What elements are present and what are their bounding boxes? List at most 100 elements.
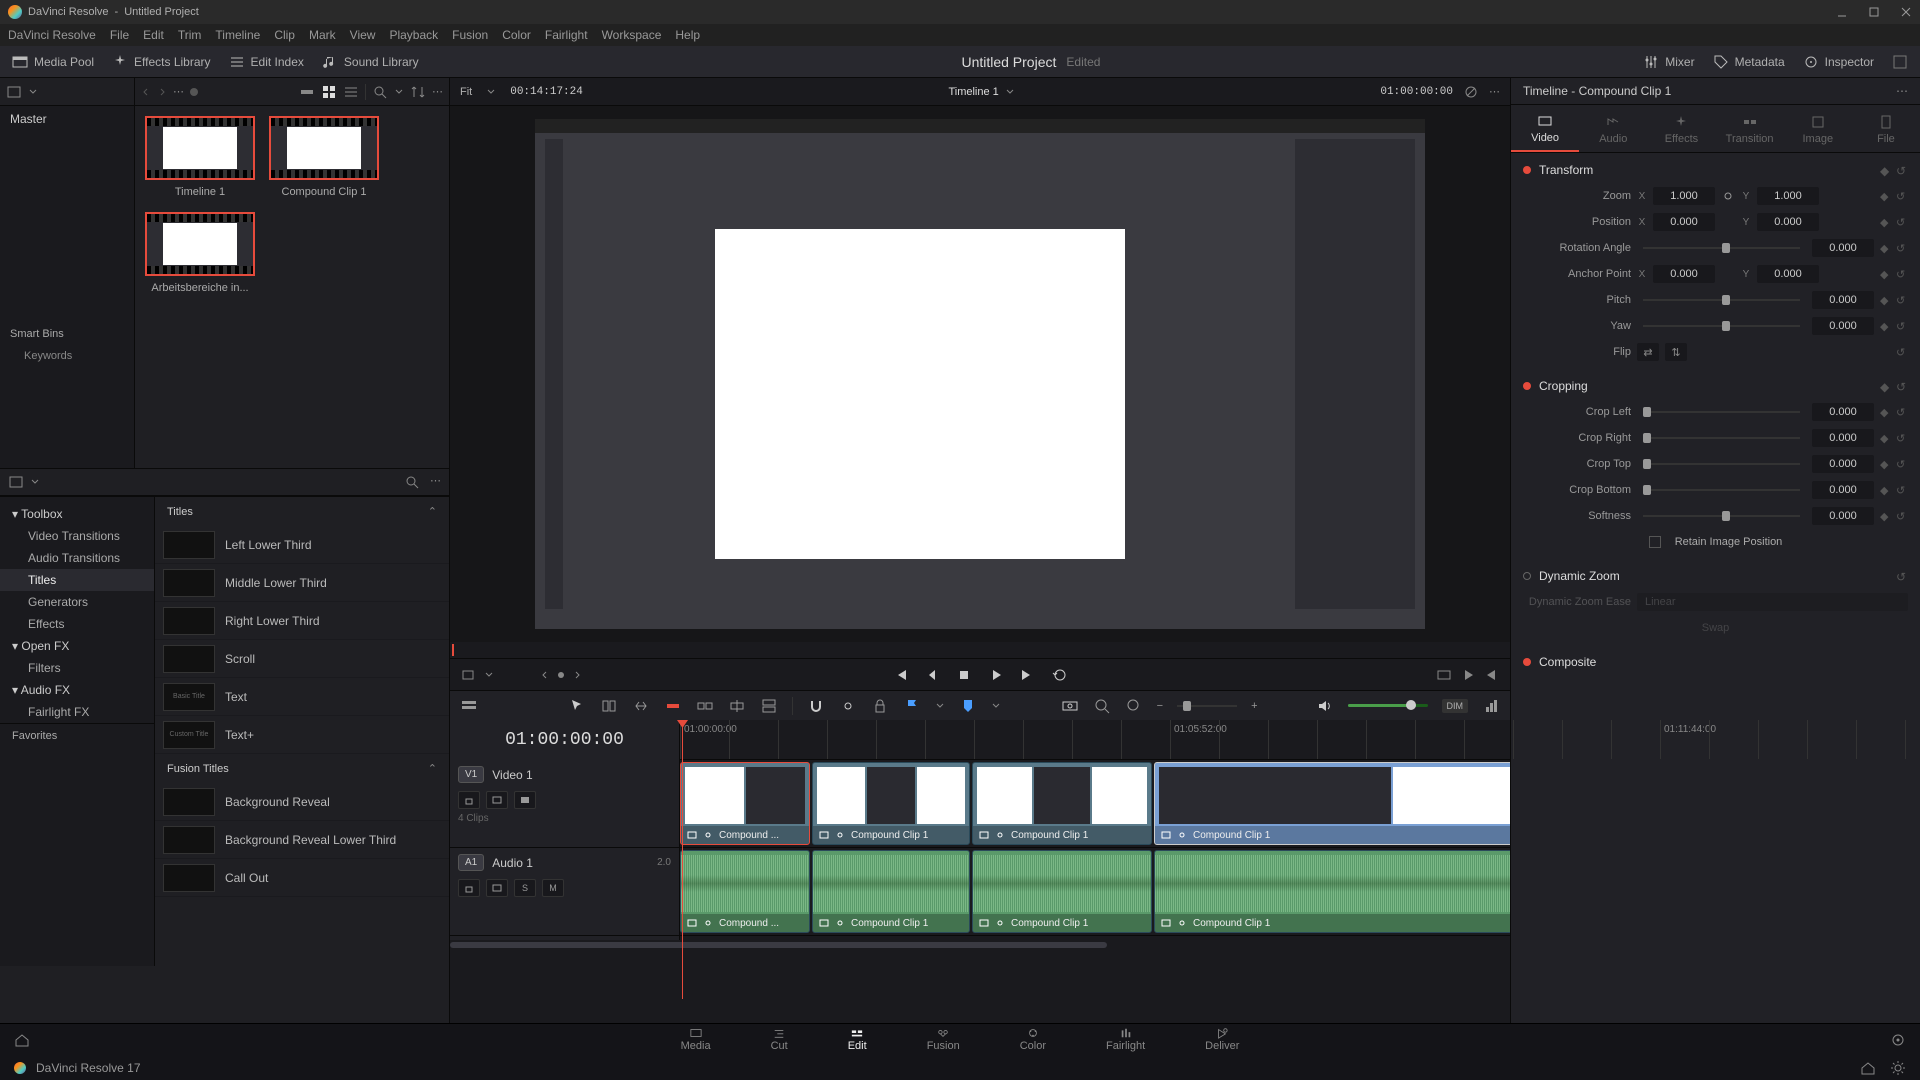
- ease-dropdown[interactable]: Linear: [1637, 593, 1908, 611]
- zoom-y-field[interactable]: 1.000: [1757, 187, 1819, 205]
- media-pool-toggle[interactable]: Media Pool: [12, 54, 94, 70]
- fx-category-audio-transitions[interactable]: Audio Transitions: [0, 547, 154, 569]
- track-lock-icon[interactable]: [458, 791, 480, 809]
- bin-list-icon[interactable]: [6, 84, 22, 100]
- page-fusion[interactable]: Fusion: [927, 1027, 960, 1052]
- nav-back-icon[interactable]: [141, 87, 151, 97]
- viewer-zoom[interactable]: Fit: [460, 86, 472, 98]
- next-marker-icon[interactable]: [572, 670, 582, 680]
- section-enabled-dot-icon[interactable]: [1523, 658, 1531, 666]
- reset-icon[interactable]: ↺: [1896, 570, 1908, 582]
- fx-favorites[interactable]: Favorites: [0, 723, 154, 748]
- audio-clip[interactable]: Compound Clip 101:06:18:25: [1154, 850, 1510, 933]
- video-clip[interactable]: Compound ...: [680, 762, 810, 845]
- step-back-icon[interactable]: [924, 667, 940, 683]
- yaw-slider[interactable]: [1643, 325, 1800, 327]
- more-icon[interactable]: ⋯: [430, 474, 441, 490]
- menu-help[interactable]: Help: [675, 28, 700, 42]
- position-x-field[interactable]: 0.000: [1653, 213, 1715, 231]
- custom-zoom-icon[interactable]: [1125, 697, 1143, 715]
- edit-index-toggle[interactable]: Edit Index: [229, 54, 304, 70]
- page-color[interactable]: Color: [1020, 1027, 1046, 1052]
- menu-mark[interactable]: Mark: [309, 28, 336, 42]
- fx-category-audio-fx[interactable]: ▾ Audio FX: [0, 679, 154, 701]
- crop-softness-field[interactable]: 0.000: [1812, 507, 1874, 525]
- timeline-ruler[interactable]: 01:00:00:0001:05:52:0001:11:44:00: [680, 720, 1510, 760]
- match-frame-icon[interactable]: [1436, 667, 1452, 683]
- fx-category-video-transitions[interactable]: Video Transitions: [0, 525, 154, 547]
- reset-icon[interactable]: ↺: [1896, 190, 1908, 202]
- rotation-slider[interactable]: [1643, 247, 1800, 249]
- inspector-tab-audio[interactable]: Audio: [1579, 105, 1647, 152]
- track-badge-a1[interactable]: A1: [458, 854, 484, 871]
- search-icon[interactable]: [372, 84, 388, 100]
- viewer-canvas[interactable]: [450, 106, 1510, 642]
- page-fairlight[interactable]: Fairlight: [1106, 1027, 1145, 1052]
- audio-clip[interactable]: Compound Clip 1: [972, 850, 1152, 933]
- zoom-out-icon[interactable]: −: [1157, 700, 1163, 712]
- reset-icon[interactable]: ↺: [1896, 268, 1908, 280]
- dynamic-trim-icon[interactable]: [632, 697, 650, 715]
- video-lane[interactable]: Compound ...Compound Clip 1Compound Clip…: [680, 760, 1510, 848]
- crop-bottom-slider[interactable]: [1643, 489, 1800, 491]
- pitch-field[interactable]: 0.000: [1812, 291, 1874, 309]
- trim-tool-icon[interactable]: [600, 697, 618, 715]
- video-track-header[interactable]: V1 Video 1 4 Clips: [450, 760, 679, 848]
- keywords-bin[interactable]: Keywords: [0, 346, 134, 366]
- more-icon[interactable]: ⋯: [1896, 84, 1908, 98]
- home-icon[interactable]: [1860, 1060, 1876, 1076]
- keyframe-diamond-icon[interactable]: ◆: [1880, 380, 1892, 392]
- view-list-icon[interactable]: [343, 84, 359, 100]
- chevron-down-icon[interactable]: [30, 477, 40, 487]
- home-icon[interactable]: [14, 1032, 30, 1048]
- reset-icon[interactable]: ↺: [1896, 320, 1908, 332]
- view-grid-icon[interactable]: [321, 84, 337, 100]
- zoom-in-icon[interactable]: +: [1251, 700, 1257, 712]
- fx-category-effects[interactable]: Effects: [0, 613, 154, 635]
- page-edit[interactable]: Edit: [848, 1027, 867, 1052]
- chevron-down-icon[interactable]: [484, 670, 494, 680]
- fx-item[interactable]: Left Lower Third: [155, 526, 449, 564]
- menu-davinci-resolve[interactable]: DaVinci Resolve: [8, 28, 96, 42]
- metadata-toggle[interactable]: Metadata: [1713, 54, 1785, 70]
- audio-lane[interactable]: Compound ...Compound Clip 1Compound Clip…: [680, 848, 1510, 936]
- fx-panel-icon[interactable]: [8, 474, 24, 490]
- timeline-timecode[interactable]: 01:00:00:00: [450, 720, 680, 760]
- view-strip-icon[interactable]: [299, 84, 315, 100]
- viewer-title[interactable]: Timeline 1: [948, 86, 998, 98]
- loop-icon[interactable]: [1052, 667, 1068, 683]
- crop-right-field[interactable]: 0.000: [1812, 429, 1874, 447]
- breadcrumb-dots[interactable]: ⋯: [173, 85, 184, 98]
- keyframe-diamond-icon[interactable]: ◆: [1880, 164, 1892, 176]
- blade-tool-icon[interactable]: [664, 697, 682, 715]
- clip-thumb[interactable]: Arbeitsbereiche in...: [145, 212, 255, 294]
- reset-icon[interactable]: ↺: [1896, 216, 1908, 228]
- track-name-a1[interactable]: Audio 1: [492, 856, 533, 870]
- search-icon[interactable]: [404, 474, 420, 490]
- master-bin[interactable]: Master: [0, 106, 134, 132]
- fx-category-fairlight-fx[interactable]: Fairlight FX: [0, 701, 154, 723]
- section-enabled-dot-icon[interactable]: [1523, 166, 1531, 174]
- fx-item[interactable]: Call Out: [155, 859, 449, 897]
- audio-clip[interactable]: Compound Clip 1: [812, 850, 970, 933]
- go-to-start-icon[interactable]: [892, 667, 908, 683]
- effects-library-toggle[interactable]: Effects Library: [112, 54, 210, 70]
- project-settings-icon[interactable]: [1890, 1032, 1906, 1048]
- smart-bins-header[interactable]: Smart Bins: [0, 322, 134, 346]
- page-media[interactable]: Media: [681, 1027, 711, 1052]
- zoom-to-fit-icon[interactable]: [1061, 697, 1079, 715]
- inspector-tab-transition[interactable]: Transition: [1716, 105, 1784, 152]
- yaw-field[interactable]: 0.000: [1812, 317, 1874, 335]
- swap-button[interactable]: Swap: [1702, 622, 1730, 634]
- crop-right-slider[interactable]: [1643, 437, 1800, 439]
- reset-icon[interactable]: ↺: [1896, 380, 1908, 392]
- flip-v-button[interactable]: ⇅: [1665, 343, 1687, 361]
- clip-thumb[interactable]: Compound Clip 1: [269, 116, 379, 198]
- fx-section-fusion-titles[interactable]: Fusion Titles⌃: [155, 754, 449, 783]
- keyframe-diamond-icon[interactable]: ◆: [1880, 190, 1892, 202]
- fx-category-toolbox[interactable]: ▾ Toolbox: [0, 503, 154, 525]
- zoom-x-field[interactable]: 1.000: [1653, 187, 1715, 205]
- keyframe-diamond-icon[interactable]: ◆: [1880, 216, 1892, 228]
- mark-in-out-icon[interactable]: [460, 667, 476, 683]
- sort-icon[interactable]: [410, 84, 426, 100]
